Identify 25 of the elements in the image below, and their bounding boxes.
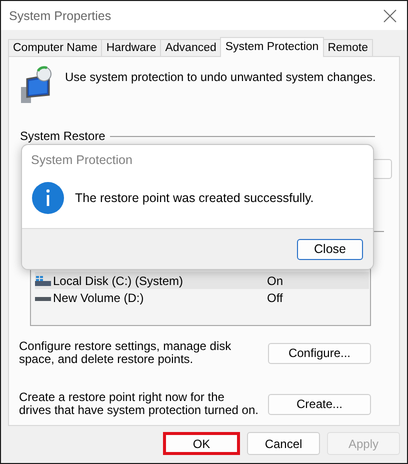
drive-name: Local Disk (C:) (System) xyxy=(53,274,184,288)
tab[interactable]: System Protection xyxy=(220,37,324,57)
drive-name: New Volume (D:) xyxy=(53,290,145,304)
dialog-button[interactable]: Cancel xyxy=(247,432,320,455)
tab[interactable]: Remote xyxy=(322,39,373,56)
drive-row[interactable]: Local Disk (C:) (System) On xyxy=(35,272,369,289)
protection-status: Off xyxy=(267,290,283,304)
tab[interactable]: Computer Name xyxy=(8,39,102,56)
configure-button[interactable]: Configure... xyxy=(268,342,371,364)
close-button[interactable]: Close xyxy=(297,238,363,260)
close-icon[interactable] xyxy=(383,8,397,22)
window-title: System Properties xyxy=(9,8,112,22)
computer-restore-icon xyxy=(19,65,53,105)
drive-row[interactable]: New Volume (D:) Off xyxy=(35,289,369,306)
info-icon xyxy=(32,182,64,214)
description-text: Create a restore point right now for the drives that have system protection turned on. xyxy=(19,391,259,417)
system-drive-icon xyxy=(35,276,51,286)
protection-status: On xyxy=(267,274,284,288)
dialog-title: System Protection xyxy=(30,152,134,169)
dialog-message: The restore point was created successfully. xyxy=(75,191,314,205)
dialog-button[interactable]: OK xyxy=(163,432,240,455)
description-text: Use system protection to undo unwanted system changes. xyxy=(65,70,376,86)
description-text: Configure restore settings, manage disk space, and delete restore points. xyxy=(19,340,232,366)
group-heading: System Restore xyxy=(20,129,106,143)
create-button[interactable]: Create... xyxy=(268,394,371,414)
